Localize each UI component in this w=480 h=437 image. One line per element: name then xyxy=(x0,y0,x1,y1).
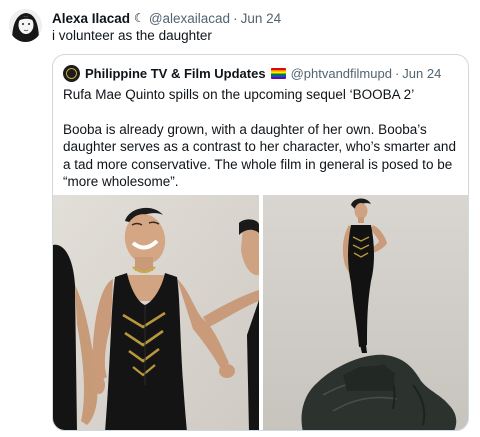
quoted-tweet[interactable]: Philippine TV & Film Updates @phtvandfil… xyxy=(52,54,469,431)
tweet-date[interactable]: Jun 24 xyxy=(241,11,282,26)
photo-laughing-woman[interactable] xyxy=(53,195,259,430)
separator-dot: · xyxy=(394,65,400,81)
rainbow-flag-icon xyxy=(270,67,286,79)
author-name[interactable]: Alexa Ilacad xyxy=(52,11,130,26)
quoted-text-line-1: Rufa Mae Quinto spills on the upcoming s… xyxy=(63,87,415,102)
quoted-author-avatar[interactable] xyxy=(63,64,80,82)
tweet-text: i volunteer as the daughter xyxy=(52,28,212,43)
quoted-text-paragraph-2: Booba is already grown, with a daughter … xyxy=(63,121,456,190)
author-handle[interactable]: @alexailacad xyxy=(149,11,230,26)
quoted-author-handle[interactable]: @phtvandfilmupd xyxy=(291,66,392,81)
media-grid xyxy=(53,195,468,430)
quoted-tweet-text: Rufa Mae Quinto spills on the upcoming s… xyxy=(63,86,461,191)
quoted-tweet-header: Philippine TV & Film Updates @phtvandfil… xyxy=(63,64,441,82)
separator-dot: · xyxy=(233,10,238,26)
author-avatar[interactable] xyxy=(9,9,42,42)
quoted-author-name[interactable]: Philippine TV & Film Updates xyxy=(85,66,266,81)
quoted-tweet-date[interactable]: Jun 24 xyxy=(402,66,441,81)
tweet[interactable]: Alexa Ilacad ☾ @alexailacad · Jun 24 i v… xyxy=(0,0,480,437)
tweet-header: Alexa Ilacad ☾ @alexailacad · Jun 24 xyxy=(52,9,281,27)
photo-standing-woman[interactable] xyxy=(263,195,468,430)
moon-icon: ☾ xyxy=(134,11,145,25)
